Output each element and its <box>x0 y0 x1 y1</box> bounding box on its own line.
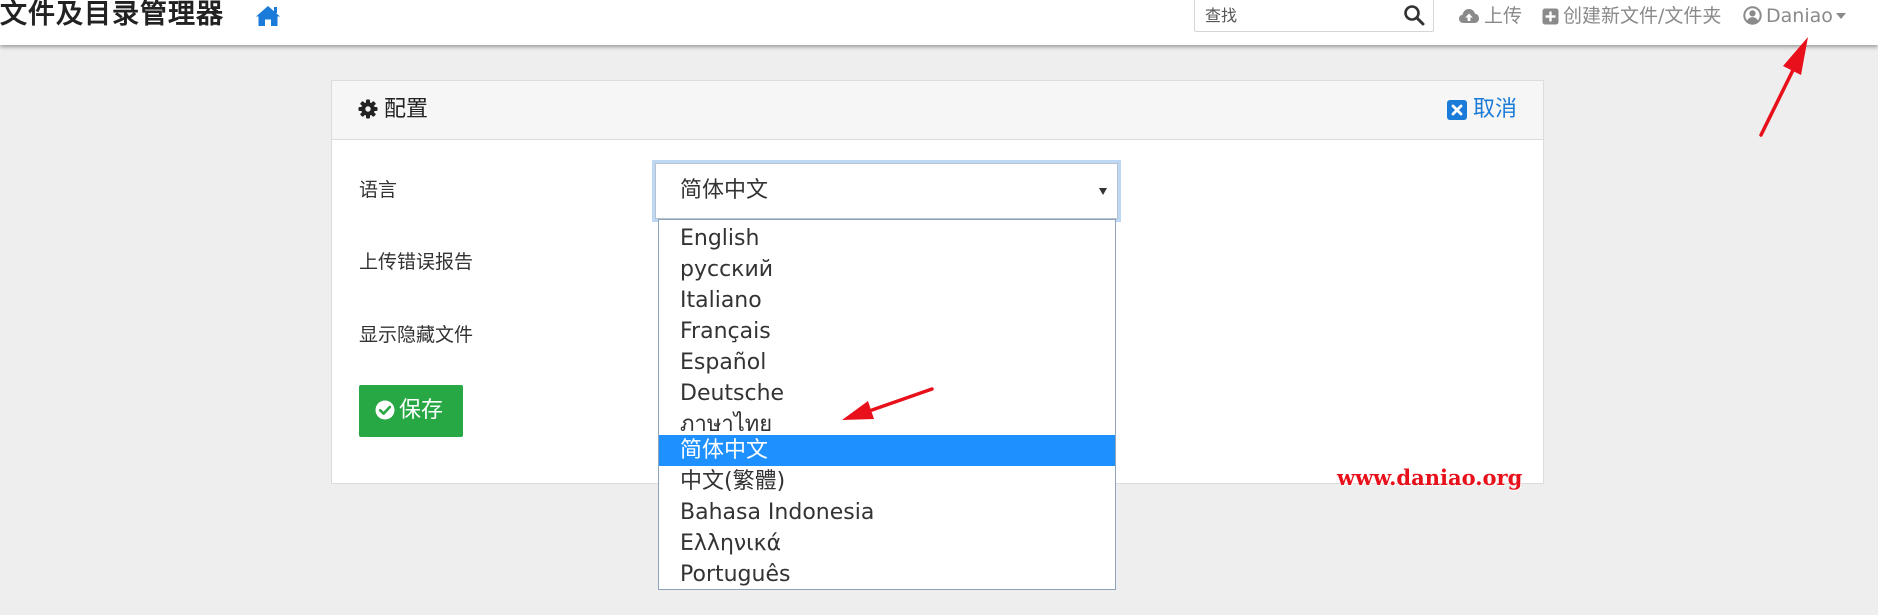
language-option[interactable]: русский <box>659 254 1115 285</box>
search-input[interactable] <box>1195 0 1395 31</box>
hidden-files-label: 显示隐藏文件 <box>359 324 474 346</box>
cancel-label: 取消 <box>1472 97 1517 122</box>
user-menu[interactable]: Daniao <box>1743 2 1846 30</box>
language-option[interactable]: English <box>659 223 1115 254</box>
search-button[interactable] <box>1403 4 1425 26</box>
language-option[interactable]: Português <box>659 559 1115 590</box>
upload-link[interactable]: 上传 <box>1458 2 1522 30</box>
watermark: www.daniao.org <box>1337 465 1523 490</box>
close-square-icon <box>1446 99 1467 129</box>
language-option-selected[interactable]: 简体中文 <box>659 435 1115 466</box>
language-option[interactable]: Italiano <box>659 285 1115 316</box>
language-option[interactable]: 中文(繁體) <box>659 466 1115 497</box>
user-circle-icon <box>1743 5 1762 33</box>
card-title: 配置 <box>358 95 428 128</box>
language-option[interactable]: Ελληνικά <box>659 528 1115 559</box>
home-link[interactable] <box>255 4 281 28</box>
language-option[interactable]: Français <box>659 316 1115 347</box>
selected-language: 简体中文 <box>680 178 769 203</box>
caret-down-icon <box>1835 13 1846 19</box>
cancel-link[interactable]: 取消 <box>1446 95 1517 129</box>
error-report-label: 上传错误报告 <box>359 251 474 273</box>
language-option[interactable]: Bahasa Indonesia <box>659 497 1115 528</box>
card-header: 配置 取消 <box>332 81 1543 140</box>
plus-square-icon <box>1542 5 1559 33</box>
language-label: 语言 <box>359 179 398 201</box>
language-option[interactable]: Español <box>659 347 1115 378</box>
save-label: 保存 <box>399 398 444 423</box>
upload-label: 上传 <box>1484 5 1523 27</box>
check-circle-icon <box>375 388 395 440</box>
create-new-label: 创建新文件/文件夹 <box>1563 5 1722 27</box>
app-title: 文件及目录管理器 <box>0 0 224 30</box>
language-select[interactable]: 简体中文 <box>655 163 1118 219</box>
save-button[interactable]: 保存 <box>359 385 463 437</box>
language-option[interactable]: Deutsche <box>659 378 1115 409</box>
home-icon <box>255 4 281 28</box>
cloud-upload-icon <box>1458 5 1480 33</box>
create-new-link[interactable]: 创建新文件/文件夹 <box>1542 2 1721 30</box>
search-icon <box>1404 5 1425 26</box>
language-dropdown: English русский Italiano Français Españo… <box>658 219 1116 590</box>
user-name: Daniao <box>1766 5 1833 27</box>
caret-down-icon <box>1099 188 1107 195</box>
arrow-to-user-menu <box>1759 37 1808 137</box>
top-navbar: 文件及目录管理器 上传 <box>0 0 1878 45</box>
card-title-label: 配置 <box>384 97 429 122</box>
gear-icon <box>358 98 378 128</box>
search-form <box>1194 0 1434 32</box>
